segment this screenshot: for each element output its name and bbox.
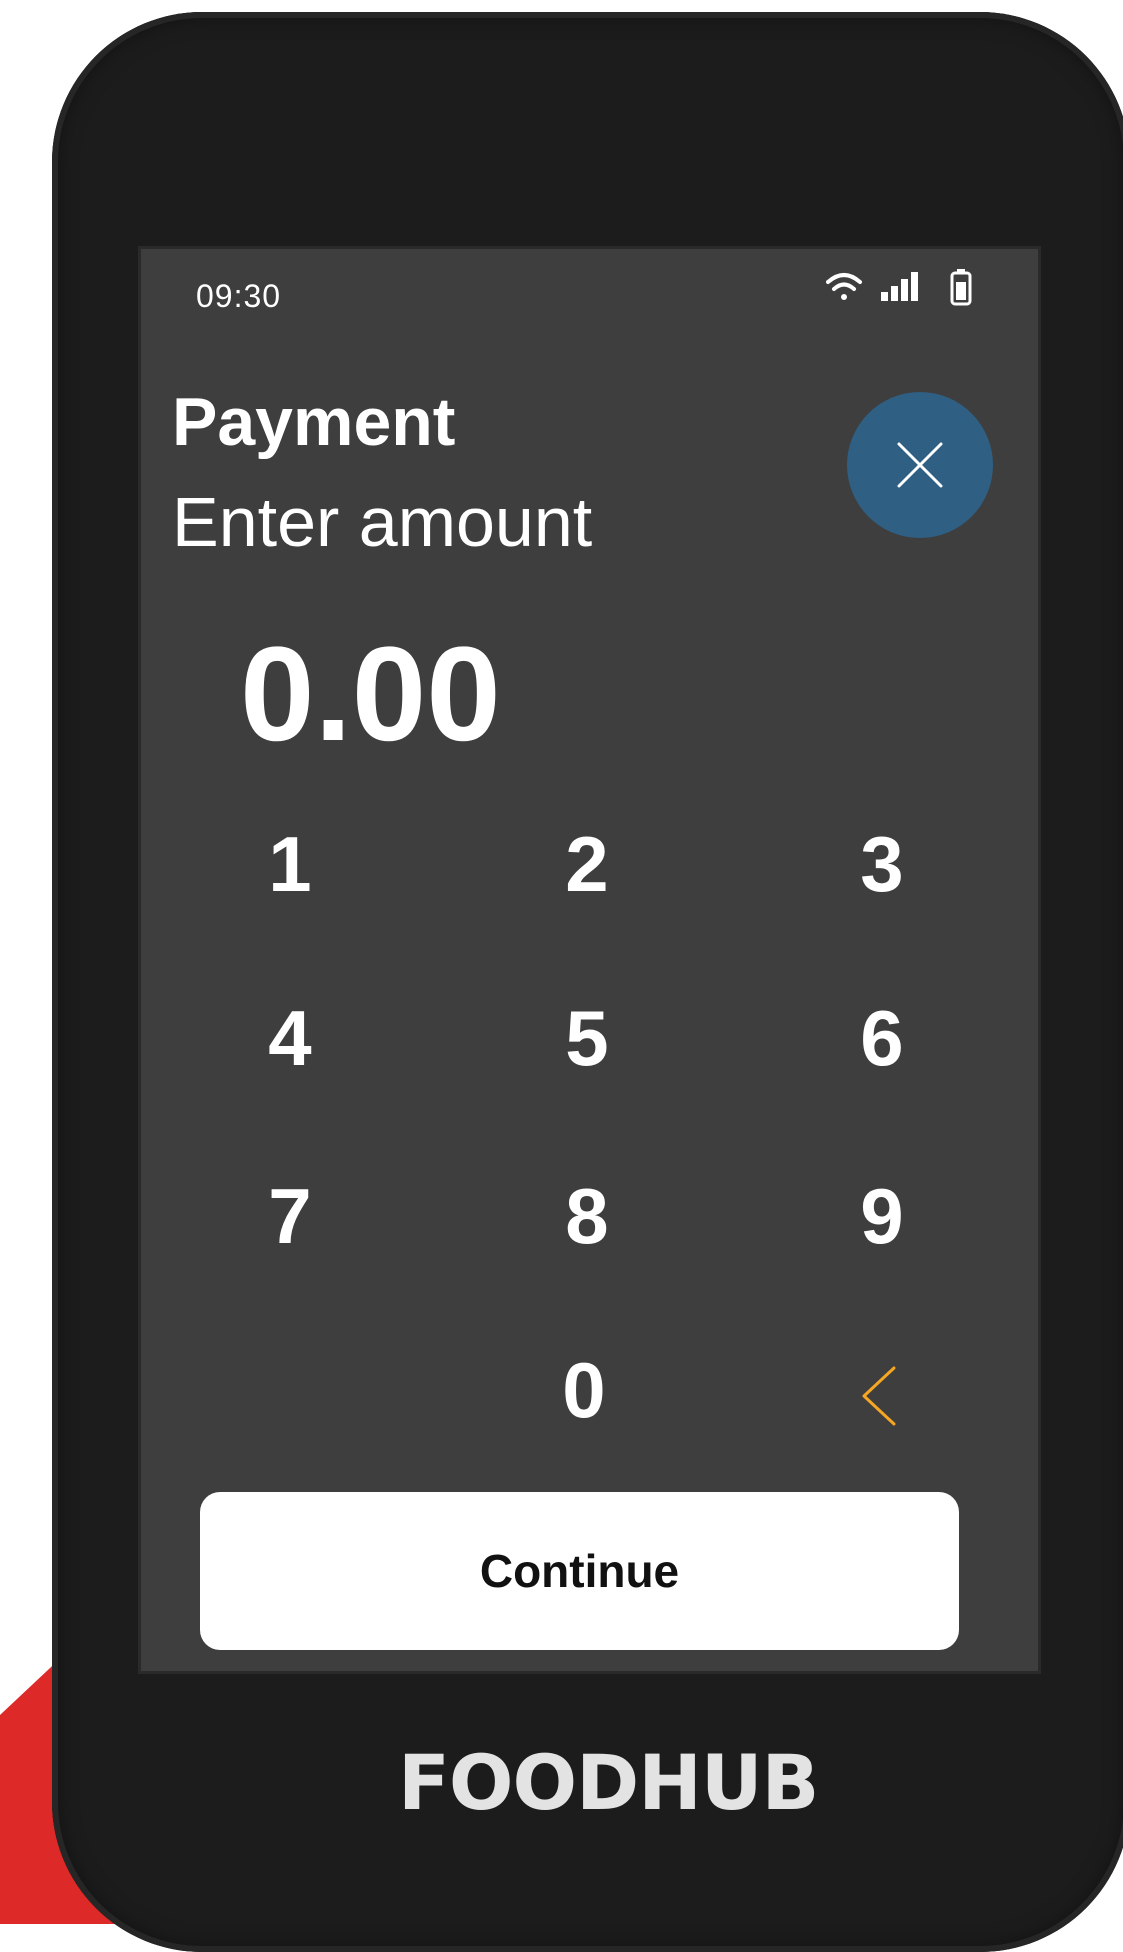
keypad-key-5[interactable]: 5 (497, 978, 677, 1098)
close-icon (897, 442, 943, 488)
keypad-key-2[interactable]: 2 (497, 804, 677, 924)
keypad-key-6[interactable]: 6 (792, 978, 972, 1098)
signal-icon (881, 272, 918, 301)
keypad-key-9[interactable]: 9 (792, 1156, 972, 1276)
foodhub-logo: FOODHUB (398, 1738, 819, 1827)
keypad-key-4[interactable]: 4 (200, 978, 380, 1098)
keypad-key-1[interactable]: 1 (200, 804, 380, 924)
backspace-button[interactable] (800, 1336, 960, 1456)
status-icons (826, 269, 972, 306)
continue-button[interactable]: Continue (200, 1492, 959, 1650)
keypad-key-8[interactable]: 8 (497, 1156, 677, 1276)
page-title: Payment (172, 384, 456, 460)
page-subtitle: Enter amount (172, 483, 593, 561)
amount-display: 0.00 (240, 620, 501, 769)
status-time: 09:30 (196, 278, 282, 314)
wifi-icon (826, 273, 862, 300)
close-button[interactable] (847, 392, 993, 538)
keypad-key-0[interactable]: 0 (494, 1330, 674, 1450)
keypad-key-3[interactable]: 3 (792, 804, 972, 924)
chevron-left-icon (862, 1366, 896, 1426)
keypad-key-7[interactable]: 7 (200, 1156, 380, 1276)
battery-icon (950, 269, 972, 306)
